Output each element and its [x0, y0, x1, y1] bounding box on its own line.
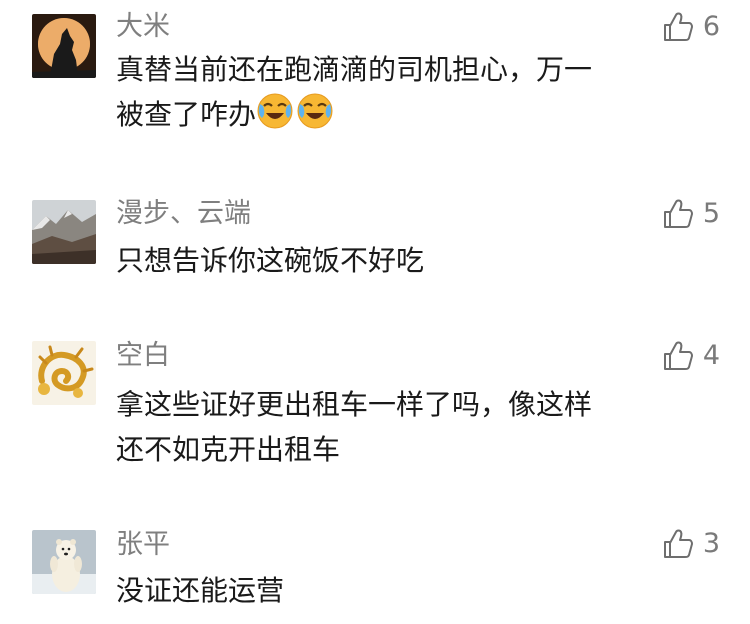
comment-text-line: 没证还能运营	[116, 574, 285, 607]
commenter-name[interactable]: 张平	[116, 528, 170, 562]
polar-bear-avatar-icon	[32, 530, 96, 594]
thumbs-up-icon	[661, 527, 695, 561]
like-count: 3	[702, 528, 720, 559]
comment-text: 没证还能运营	[116, 568, 696, 613]
avatar[interactable]	[32, 530, 96, 594]
comment-item: 张平 3 没证还能运营	[0, 0, 750, 624]
like-button[interactable]: 3	[661, 524, 720, 564]
